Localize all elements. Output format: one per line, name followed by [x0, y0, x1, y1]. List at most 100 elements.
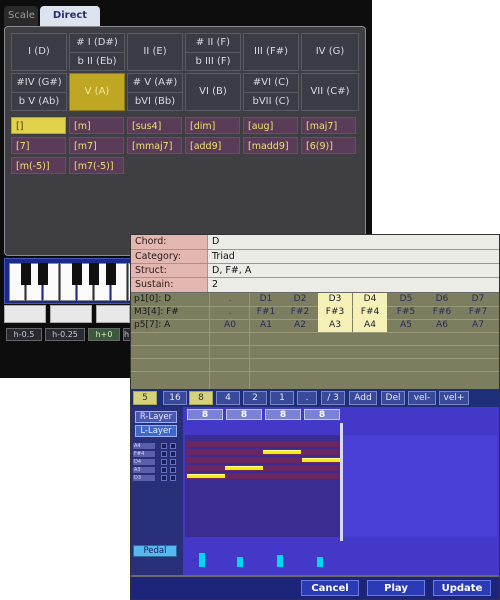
- degree-button-sharp-V[interactable]: # V (A#) bVI (Bb): [127, 73, 183, 111]
- grid-cell[interactable]: F#1: [249, 306, 283, 319]
- pedal-button[interactable]: Pedal: [133, 545, 177, 557]
- grid-cell[interactable]: F#7: [461, 306, 495, 319]
- degree-button-sharp-VI[interactable]: #VI (C) bVII (C): [243, 73, 299, 111]
- degree-button-II[interactable]: II (E): [127, 33, 183, 71]
- grid-cell[interactable]: .: [213, 306, 247, 319]
- note-minus-button[interactable]: [161, 443, 167, 449]
- cancel-button[interactable]: Cancel: [301, 580, 359, 596]
- chord-type-button[interactable]: [m(-5)]: [11, 157, 66, 174]
- tab-scale[interactable]: Scale: [4, 6, 38, 26]
- note-count-field[interactable]: 5: [133, 391, 157, 405]
- octave-box[interactable]: [4, 305, 46, 323]
- grid-cell[interactable]: A2: [283, 319, 317, 332]
- grid-cell[interactable]: A4: [353, 319, 387, 332]
- degree-button-sharp-I[interactable]: # I (D#) b II (Eb): [69, 33, 125, 71]
- l-layer-button[interactable]: L-Layer: [135, 425, 177, 437]
- chord-type-button[interactable]: [add9]: [185, 137, 240, 154]
- note-block[interactable]: [187, 474, 225, 478]
- shift-button-h-minus-0-25[interactable]: h-0.25: [45, 328, 85, 341]
- grid-cell[interactable]: D2: [283, 293, 317, 306]
- grid-cell[interactable]: .: [213, 293, 247, 306]
- grid-cell[interactable]: F#4: [353, 306, 387, 319]
- shift-button-h-0[interactable]: h+0: [88, 328, 120, 341]
- piano-roll[interactable]: R-Layer L-Layer A4 F#4 D4 A3 D3 Pedal 8 …: [131, 407, 499, 575]
- note-minus-button[interactable]: [161, 467, 167, 473]
- note-minus-button[interactable]: [161, 475, 167, 481]
- note-length-4-button[interactable]: 4: [216, 391, 240, 405]
- update-button[interactable]: Update: [433, 580, 491, 596]
- dotted-button[interactable]: .: [297, 391, 317, 405]
- grid-cell[interactable]: A7: [461, 319, 495, 332]
- triplet-button[interactable]: / 3: [321, 391, 345, 405]
- grid-cell[interactable]: D3: [318, 293, 352, 306]
- note-block[interactable]: [263, 450, 301, 454]
- grid-cell[interactable]: D1: [249, 293, 283, 306]
- grid-cell[interactable]: D7: [461, 293, 495, 306]
- note-area-empty[interactable]: [341, 435, 497, 537]
- grid-cell[interactable]: F#5: [389, 306, 423, 319]
- chord-type-button[interactable]: [mmaj7]: [127, 137, 182, 154]
- grid-cell[interactable]: D5: [389, 293, 423, 306]
- note-length-8-button[interactable]: 8: [189, 391, 213, 405]
- grid-cell[interactable]: A0: [213, 319, 247, 332]
- black-key[interactable]: [38, 263, 48, 285]
- degree-button-VII[interactable]: VII (C#): [301, 73, 359, 111]
- tab-direct[interactable]: Direct: [40, 6, 100, 26]
- note-plus-button[interactable]: [170, 467, 176, 473]
- grid-cell[interactable]: A5: [389, 319, 423, 332]
- black-key[interactable]: [72, 263, 82, 285]
- grid-cell[interactable]: A3: [318, 319, 352, 332]
- note-minus-button[interactable]: [161, 459, 167, 465]
- grid-cell[interactable]: F#2: [283, 306, 317, 319]
- note-plus-button[interactable]: [170, 451, 176, 457]
- grid-cell[interactable]: D6: [425, 293, 459, 306]
- grid-cell[interactable]: D4: [353, 293, 387, 306]
- chord-type-button[interactable]: [m7]: [69, 137, 124, 154]
- chord-type-button[interactable]: []: [11, 117, 66, 134]
- grid-cell[interactable]: A6: [425, 319, 459, 332]
- mini-keyboard[interactable]: [4, 258, 148, 304]
- degree-button-sharp-IV[interactable]: #IV (G#) b V (Ab): [11, 73, 67, 111]
- note-plus-button[interactable]: [170, 459, 176, 465]
- chord-type-button[interactable]: [madd9]: [243, 137, 298, 154]
- play-button[interactable]: Play: [367, 580, 425, 596]
- degree-button-III[interactable]: III (F#): [243, 33, 299, 71]
- chord-type-button[interactable]: [maj7]: [301, 117, 356, 134]
- degree-button-VI[interactable]: VI (B): [185, 73, 241, 111]
- chord-type-button[interactable]: [6(9)]: [301, 137, 356, 154]
- chord-type-button[interactable]: [dim]: [185, 117, 240, 134]
- note-area[interactable]: [185, 435, 341, 537]
- note-length-1-button[interactable]: 1: [270, 391, 294, 405]
- chord-type-button[interactable]: [m]: [69, 117, 124, 134]
- grid-cell[interactable]: A1: [249, 319, 283, 332]
- degree-button-I[interactable]: I (D): [11, 33, 67, 71]
- delete-button[interactable]: Del: [381, 391, 405, 405]
- note-plus-button[interactable]: [170, 475, 176, 481]
- velocity-up-button[interactable]: vel+: [439, 391, 469, 405]
- note-block[interactable]: [225, 466, 263, 470]
- degree-button-sharp-II[interactable]: # II (F) b III (F): [185, 33, 241, 71]
- chord-type-button[interactable]: [m7(-5)]: [69, 157, 124, 174]
- note-length-2-button[interactable]: 2: [243, 391, 267, 405]
- note-block[interactable]: [302, 458, 340, 462]
- playhead-cursor[interactable]: [340, 423, 343, 541]
- r-layer-button[interactable]: R-Layer: [135, 411, 177, 423]
- grid-cell[interactable]: F#3: [318, 306, 352, 319]
- octave-box[interactable]: [50, 305, 92, 323]
- degree-button-IV[interactable]: IV (G): [301, 33, 359, 71]
- note-length-16-button[interactable]: 16: [163, 391, 187, 405]
- octave-box[interactable]: [96, 305, 130, 323]
- chord-type-button[interactable]: [7]: [11, 137, 66, 154]
- black-key[interactable]: [21, 263, 31, 285]
- chord-type-button[interactable]: [aug]: [243, 117, 298, 134]
- grid-cell[interactable]: F#6: [425, 306, 459, 319]
- black-key[interactable]: [106, 263, 116, 285]
- velocity-down-button[interactable]: vel-: [408, 391, 436, 405]
- add-button[interactable]: Add: [349, 391, 377, 405]
- degree-button-V[interactable]: V (A): [69, 73, 125, 111]
- note-plus-button[interactable]: [170, 443, 176, 449]
- note-minus-button[interactable]: [161, 451, 167, 457]
- black-key[interactable]: [89, 263, 99, 285]
- shift-button-h-minus-0-5[interactable]: h-0.5: [6, 328, 42, 341]
- chord-type-button[interactable]: [sus4]: [127, 117, 182, 134]
